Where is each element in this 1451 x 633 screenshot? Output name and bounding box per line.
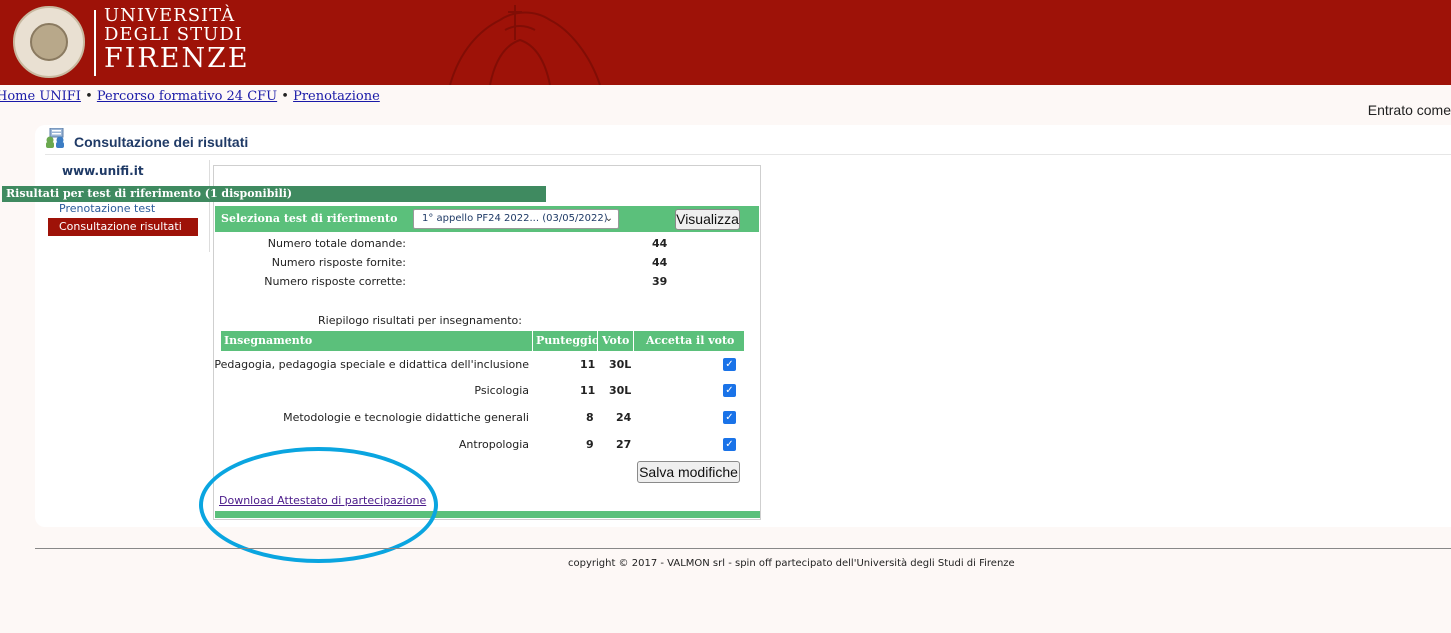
row-punteggio: 11 [580,358,596,371]
sidebar-divider [209,160,210,252]
site-header: UNIVERSITÀ DEGLI STUDI FIRENZE [0,0,1451,85]
stat-value-given: 44 [652,256,668,269]
accetta-checkbox[interactable]: ✓ [723,411,736,424]
riepilogo-label: Riepilogo risultati per insegnamento: [318,314,522,327]
select-test-label: Seleziona test di riferimento [221,212,398,225]
row-punteggio: 11 [580,384,596,397]
results-icon [46,128,64,148]
test-select-dropdown[interactable]: 1° appello PF24 2022... (03/05/2022) ⌄ [413,209,619,229]
breadcrumb-separator: • [277,89,294,104]
highlight-circle-annotation [199,447,438,563]
row-voto: 30L [609,384,632,397]
copyright-text: copyright © 2017 - VALMON srl - spin off… [568,558,1015,569]
stat-label-total: Numero totale domande: [267,237,406,250]
row-insegnamento: Antropologia [458,438,529,451]
breadcrumb-home-link[interactable]: Home UNIFI [0,89,81,104]
col-punteggio: Punteggio [533,331,599,351]
sidebar-item-consultazione-risultati[interactable]: Consultazione risultati [48,218,198,236]
sidebar-site-link[interactable]: www.unifi.it [62,164,144,178]
university-seal-icon [13,6,85,78]
logo-line-1: UNIVERSITÀ [104,5,236,26]
accetta-checkbox[interactable]: ✓ [723,358,736,371]
breadcrumb-percorso-link[interactable]: Percorso formativo 24 CFU [97,89,277,104]
footer-divider [35,548,1451,549]
accetta-checkbox[interactable]: ✓ [723,384,736,397]
row-insegnamento: Pedagogia, pedagogia speciale e didattic… [214,358,529,371]
breadcrumb: Home UNIFI • Percorso formativo 24 CFU •… [0,89,380,104]
panel-tab [214,166,269,187]
col-accetta: Accetta il voto [634,331,744,351]
row-punteggio: 9 [586,438,594,451]
sidebar-item-prenotazione-test[interactable]: Prenotazione test [59,202,155,215]
breadcrumb-separator: • [80,89,97,104]
page-title: Consultazione dei risultati [74,134,249,150]
stat-value-total: 44 [652,237,668,250]
logo-separator [94,10,96,76]
visualizza-button[interactable]: Visualizza [675,209,740,230]
row-voto: 27 [616,438,632,451]
logged-user-label: Entrato come [1367,102,1451,118]
logo-line-3: FIRENZE [104,43,250,74]
col-voto: Voto [598,331,633,351]
row-voto: 30L [609,358,632,371]
row-insegnamento: Psicologia [474,384,529,397]
test-select-value: 1° appello PF24 2022... (03/05/2022) [422,213,608,224]
results-header: Risultati per test di riferimento (1 dis… [2,186,546,202]
row-insegnamento: Metodologie e tecnologie didattiche gene… [283,411,529,424]
accetta-checkbox[interactable]: ✓ [723,438,736,451]
col-insegnamento: Insegnamento [221,331,532,351]
stat-label-correct: Numero risposte corrette: [264,275,406,288]
stat-value-correct: 39 [652,275,668,288]
university-logo[interactable]: UNIVERSITÀ DEGLI STUDI FIRENZE [104,6,250,74]
logo-line-2: DEGLI STUDI [104,24,243,45]
stat-label-given: Numero risposte fornite: [271,256,406,269]
row-voto: 24 [616,411,632,424]
title-divider [45,154,1451,155]
chevron-down-icon: ⌄ [604,213,613,224]
row-punteggio: 8 [586,411,594,424]
breadcrumb-prenotazione-link[interactable]: Prenotazione [293,89,380,104]
header-watermark-figure [449,5,601,85]
salva-modifiche-button[interactable]: Salva modifiche [637,461,740,483]
